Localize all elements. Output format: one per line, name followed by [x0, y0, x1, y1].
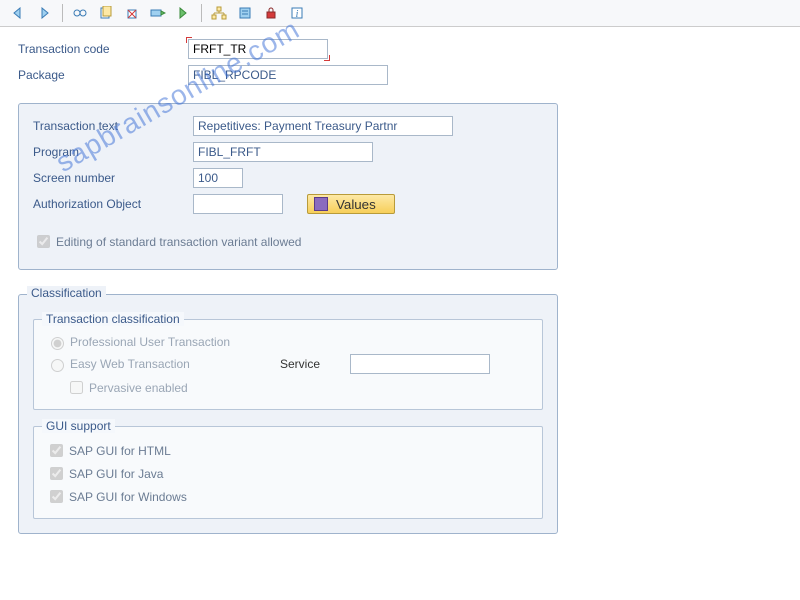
variant-icon[interactable]	[234, 3, 256, 23]
delete-icon[interactable]	[121, 3, 143, 23]
easyweb-label: Easy Web Transaction	[70, 357, 280, 371]
package-row: Package	[18, 65, 782, 85]
gui-html-checkbox	[50, 444, 63, 457]
transaction-text-label: Transaction text	[33, 119, 193, 133]
back-icon[interactable]	[8, 3, 30, 23]
svg-text:i: i	[296, 9, 299, 20]
pervasive-checkbox	[70, 381, 83, 394]
required-marker-icon	[324, 55, 330, 61]
gui-windows-checkbox	[50, 490, 63, 503]
program-input	[193, 142, 373, 162]
classification-title: Classification	[27, 286, 106, 300]
transport-icon[interactable]	[147, 3, 169, 23]
details-panel: Transaction text Program Screen number A…	[18, 103, 558, 270]
pervasive-label: Pervasive enabled	[89, 381, 188, 395]
page-body: Transaction code Package Transaction tex…	[0, 27, 800, 546]
package-label: Package	[18, 68, 188, 82]
screen-number-input	[193, 168, 243, 188]
lock-icon[interactable]	[260, 3, 282, 23]
transaction-text-input	[193, 116, 453, 136]
program-label: Program	[33, 145, 193, 159]
edit-variant-label: Editing of standard transaction variant …	[56, 235, 301, 249]
tcode-label: Transaction code	[18, 42, 188, 56]
gui-support-title: GUI support	[42, 419, 115, 433]
package-input	[188, 65, 388, 85]
gui-html-label: SAP GUI for HTML	[69, 444, 171, 458]
gui-java-label: SAP GUI for Java	[69, 467, 163, 481]
separator	[201, 4, 202, 22]
export-icon[interactable]	[173, 3, 195, 23]
display-icon[interactable]	[69, 3, 91, 23]
values-button[interactable]: Values	[307, 194, 395, 214]
edit-variant-checkbox	[37, 235, 50, 248]
service-input	[350, 354, 490, 374]
info-icon[interactable]: i	[286, 3, 308, 23]
gui-windows-label: SAP GUI for Windows	[69, 490, 187, 504]
transaction-classification-title: Transaction classification	[42, 312, 184, 326]
screen-number-label: Screen number	[33, 171, 193, 185]
easyweb-radio	[51, 359, 64, 372]
professional-label: Professional User Transaction	[70, 335, 230, 349]
hierarchy-icon[interactable]	[208, 3, 230, 23]
tcode-row: Transaction code	[18, 39, 782, 59]
classification-panel: Classification Transaction classificatio…	[18, 294, 558, 534]
professional-radio	[51, 337, 64, 350]
service-label: Service	[280, 357, 350, 371]
values-button-label: Values	[336, 197, 376, 212]
values-icon	[314, 197, 328, 211]
auth-object-input	[193, 194, 283, 214]
auth-object-label: Authorization Object	[33, 197, 193, 211]
copy-icon[interactable]	[95, 3, 117, 23]
gui-java-checkbox	[50, 467, 63, 480]
forward-icon[interactable]	[34, 3, 56, 23]
required-marker-icon	[186, 37, 192, 43]
tcode-input[interactable]	[188, 39, 328, 59]
separator	[62, 4, 63, 22]
gui-support-group: GUI support SAP GUI for HTML SAP GUI for…	[33, 426, 543, 519]
toolbar: i	[0, 0, 800, 27]
transaction-classification-group: Transaction classification Professional …	[33, 319, 543, 410]
